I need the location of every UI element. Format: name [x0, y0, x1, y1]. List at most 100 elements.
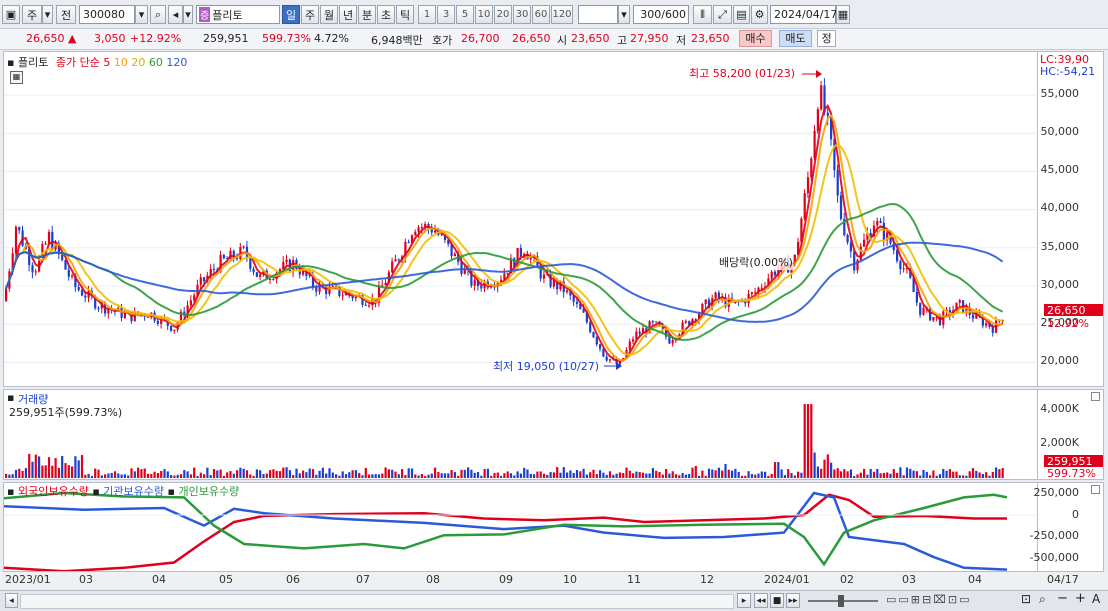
market-select[interactable]: 주: [22, 5, 42, 24]
volume-bar: [473, 472, 476, 478]
volume-bar: [556, 467, 559, 478]
volume-bar: [450, 469, 453, 478]
volume-bar: [97, 469, 100, 478]
zoom-in-icon[interactable]: +: [1075, 591, 1086, 606]
line-draw-icon[interactable]: ⤢: [713, 5, 732, 24]
interval-10[interactable]: 10: [475, 5, 493, 24]
buy-button[interactable]: 매수: [739, 30, 772, 47]
volume-bar: [754, 474, 757, 478]
period-minute[interactable]: 분: [358, 5, 376, 24]
holdings-chart-panel[interactable]: ▪ 외국인보유수량 ▪ 기관보유수량 ▪ 개인보유수량: [3, 482, 1038, 572]
volume-bar: [38, 456, 41, 478]
volume-bar: [440, 473, 443, 478]
interval-120[interactable]: 120: [551, 5, 573, 24]
price-chart-panel[interactable]: ▪ 플리토 종가 단순 5 10 20 60 120 ▦ 최고 58,200 (…: [3, 51, 1038, 387]
rewind-icon[interactable]: ◂◂: [754, 593, 768, 608]
date-input[interactable]: 2024/04/17: [770, 5, 837, 24]
volume-bar: [143, 468, 146, 478]
code-input[interactable]: 300080: [79, 5, 135, 24]
zoom-out-icon[interactable]: −: [1057, 591, 1068, 606]
x-label-04b: 04: [968, 573, 982, 586]
candle-body: [259, 274, 262, 277]
interval-dropdown-icon[interactable]: ▾: [618, 5, 630, 24]
volume-bar: [740, 475, 744, 478]
interval-custom-input[interactable]: [578, 5, 618, 24]
holdings-bullet-icon: ▪: [7, 485, 15, 498]
volume-bar: [480, 475, 483, 478]
candle-body: [189, 300, 192, 306]
market-dropdown-icon[interactable]: ▾: [42, 5, 53, 24]
scope-select[interactable]: 전: [56, 5, 76, 24]
period-year[interactable]: 년: [339, 5, 357, 24]
scroll-right-icon[interactable]: ▸: [737, 593, 751, 608]
candle-body: [460, 261, 463, 274]
volume-bar: [592, 469, 595, 478]
interval-20[interactable]: 20: [494, 5, 512, 24]
zoom-slider-thumb[interactable]: [838, 595, 844, 607]
volume-bar: [206, 467, 209, 478]
stop-icon[interactable]: ■: [770, 593, 784, 608]
volume-bar: [308, 468, 311, 478]
volume-bar: [90, 475, 93, 478]
holdings-panel-close-icon[interactable]: [1091, 485, 1100, 494]
candle-body: [803, 193, 806, 219]
gear-icon[interactable]: ⚙: [751, 5, 768, 24]
volume-bar: [137, 467, 140, 478]
zoom-search-icon[interactable]: ⌕: [1039, 592, 1046, 607]
scroll-left-icon[interactable]: ◂: [5, 593, 18, 608]
price-change: 3,050: [94, 32, 126, 45]
candle-body: [5, 288, 8, 302]
correct-button[interactable]: 정: [817, 30, 836, 47]
fast-forward-icon[interactable]: ▸▸: [786, 593, 800, 608]
volume-bar: [651, 468, 654, 478]
count-input[interactable]: 300 /600: [633, 5, 689, 24]
interval-30[interactable]: 30: [513, 5, 531, 24]
code-dropdown-icon[interactable]: ▾: [135, 5, 148, 24]
interval-5[interactable]: 5: [456, 5, 474, 24]
price-change-pct: +12.92%: [130, 32, 182, 45]
volume-bar: [919, 475, 922, 478]
candle-body: [589, 322, 592, 333]
x-label-05: 05: [219, 573, 233, 586]
speaker-icon[interactable]: ◂: [168, 5, 183, 24]
volume-bar: [655, 470, 658, 478]
volume-bar: [783, 475, 786, 478]
volume-bar: [170, 475, 173, 478]
window-icon[interactable]: ▣: [2, 5, 20, 24]
volume-panel-close-icon[interactable]: [1091, 392, 1100, 401]
period-tick[interactable]: 틱: [396, 5, 414, 24]
stock-name-field[interactable]: 증 플리토: [196, 5, 280, 24]
volume-bar: [24, 468, 27, 478]
volume-bar: [539, 471, 542, 478]
save-icon[interactable]: ▤: [733, 5, 750, 24]
candle-body: [80, 290, 84, 296]
volume-bar: [955, 471, 958, 478]
period-second[interactable]: 초: [377, 5, 395, 24]
search-icon[interactable]: ⌕: [150, 5, 166, 24]
view-mode-icons[interactable]: ▭▭⊞⊟⌧⊡▭: [886, 593, 972, 606]
volume-bar: [245, 470, 249, 478]
period-week[interactable]: 주: [301, 5, 319, 24]
chart-settings-icon[interactable]: ⊡: [1021, 592, 1031, 606]
volume-bar: [938, 474, 942, 478]
candle-type-icon[interactable]: ⫴: [693, 5, 712, 24]
interval-3[interactable]: 3: [437, 5, 455, 24]
candle-body: [391, 261, 394, 273]
period-day[interactable]: 일: [282, 5, 300, 24]
grid-toggle-icon[interactable]: ▦: [10, 71, 23, 84]
volume-bar: [447, 473, 450, 478]
volume-bar: [694, 466, 697, 478]
font-size-icon[interactable]: A: [1092, 592, 1100, 606]
volume-bar: [942, 468, 945, 478]
interval-60[interactable]: 60: [532, 5, 550, 24]
volume-bar: [292, 475, 295, 478]
interval-1[interactable]: 1: [418, 5, 436, 24]
sell-button[interactable]: 매도: [779, 30, 812, 47]
volume-bar: [929, 475, 932, 478]
period-month[interactable]: 월: [320, 5, 338, 24]
speaker-dropdown-icon[interactable]: ▾: [183, 5, 193, 24]
volume-chart-panel[interactable]: ▪ 거래량 259,951주(599.73%): [3, 389, 1038, 480]
horizontal-scrollbar[interactable]: [20, 594, 734, 609]
calendar-icon[interactable]: ▦: [836, 5, 850, 24]
volume-bar: [968, 471, 971, 478]
